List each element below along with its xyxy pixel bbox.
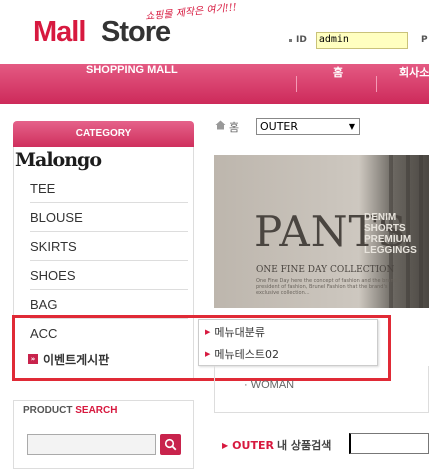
brand-logo[interactable]: Malongo (15, 149, 102, 171)
category-header: CATEGORY (13, 121, 194, 147)
bullet-icon (289, 38, 292, 42)
product-search-title: PRODUCT SEARCH (23, 405, 117, 416)
category-item-shoes[interactable]: SHOES (30, 261, 188, 290)
breadcrumb-home[interactable]: 홈 (229, 119, 239, 135)
banner-body-text: One Fine Day here the concept of fashion… (256, 278, 401, 296)
nav-divider (376, 76, 377, 92)
search-label: 내 상품검색 (276, 439, 332, 452)
id-label: ID (296, 35, 307, 45)
nav-home[interactable]: 홈 (333, 64, 343, 80)
banner-side-text: DENIM SHORTS PREMIUM LEGGINGS (364, 212, 417, 256)
product-search-title-search: SEARCH (75, 405, 118, 416)
search-icon (164, 438, 177, 451)
nav-divider (296, 76, 297, 92)
nav-company[interactable]: 회사소 (399, 64, 429, 80)
nav-shopping-mall[interactable]: SHOPPING MALL (86, 64, 178, 76)
banner-stripe (419, 155, 423, 308)
category-item-blouse[interactable]: BLOUSE (30, 203, 188, 232)
logo-tagline: 쇼핑몰 제작은 여기!!! (144, 2, 238, 23)
product-search-input[interactable] (27, 434, 156, 455)
subcategory-label: WOMAN (250, 379, 295, 391)
category-banner-image: PANTS DENIM SHORTS PREMIUM LEGGINGS ONE … (214, 155, 429, 308)
category-search-input[interactable] (349, 433, 429, 454)
bullet-icon: · (244, 379, 251, 391)
caret-down-icon: ▼ (348, 122, 355, 131)
banner-collection: ONE FINE DAY COLLECTION (256, 265, 395, 275)
home-icon[interactable] (215, 120, 226, 130)
category-item-tee[interactable]: TEE (30, 174, 188, 203)
search-category-name: OUTER (232, 438, 274, 452)
category-item-skirts[interactable]: SKIRTS (30, 232, 188, 261)
id-input[interactable]: admin (315, 31, 408, 49)
login-area: ID admin (289, 31, 408, 49)
triangle-right-icon: ▶ (222, 440, 229, 450)
category-search-row: ▶ OUTER 내 상품검색 (222, 437, 331, 453)
main-nav-bar: SHOPPING MALL 홈 회사소 (0, 64, 429, 104)
logo-mall-text: Mall (33, 16, 86, 48)
product-search-title-product: PRODUCT (23, 405, 73, 416)
category-select[interactable]: OUTER ▼ (256, 118, 360, 135)
category-select-value: OUTER (260, 120, 299, 133)
password-label: P (421, 35, 428, 45)
product-search-button[interactable] (160, 434, 181, 455)
subcategory-item[interactable]: · WOMAN (244, 379, 294, 391)
